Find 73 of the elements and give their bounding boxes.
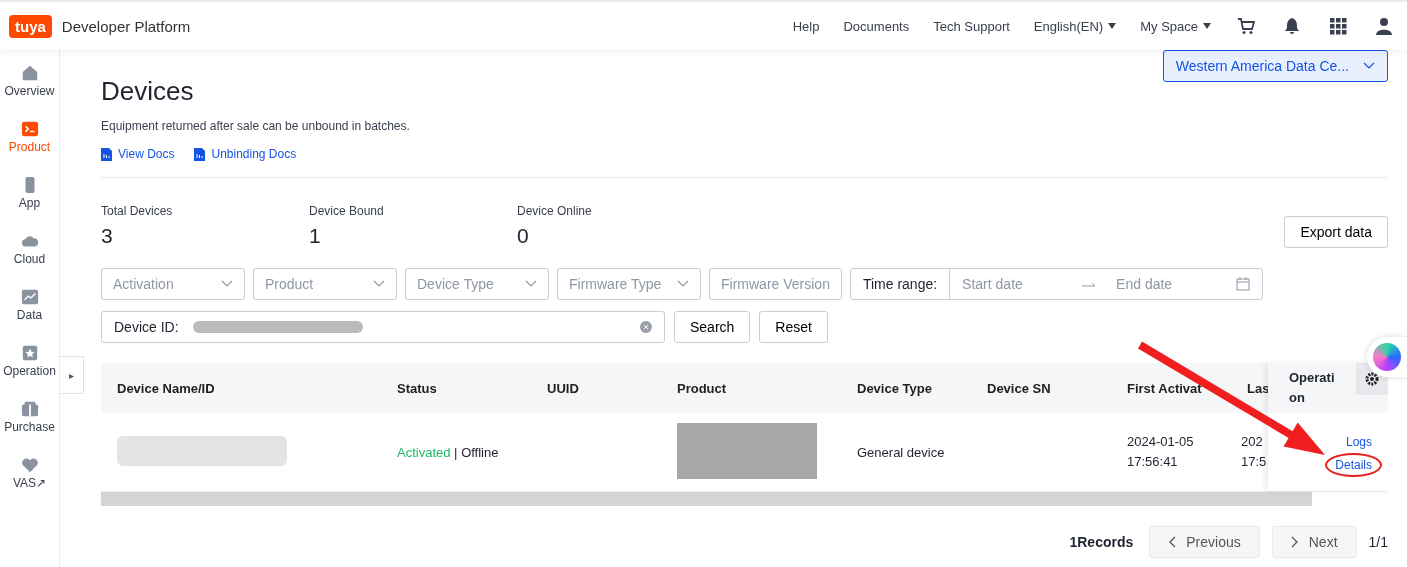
nav-link[interactable]: Tech Support xyxy=(921,18,1022,34)
action-link[interactable]: Logs xyxy=(1345,435,1372,449)
chevron-left-icon xyxy=(1168,536,1177,548)
next-button[interactable]: Next xyxy=(1271,526,1357,558)
chevron-down-icon xyxy=(1363,62,1375,70)
gear-icon xyxy=(1365,372,1379,386)
filter-action-button[interactable]: Reset xyxy=(759,311,828,343)
stat-label: Device Bound xyxy=(309,204,385,218)
filter-action-button[interactable]: Search xyxy=(674,311,751,343)
stat-label: Total Devices xyxy=(101,204,174,218)
chevron-down-icon xyxy=(525,280,537,288)
doc-link[interactable]: Unbinding Docs xyxy=(194,147,297,161)
chart-icon xyxy=(20,288,39,306)
column-header: Device Type xyxy=(856,380,933,396)
platform-title: Developer Platform xyxy=(61,17,191,35)
document-icon xyxy=(101,147,112,161)
calendar-icon xyxy=(1236,277,1251,291)
device-id-field[interactable]: Device ID: xyxy=(101,311,665,343)
horizontal-scrollbar[interactable] xyxy=(101,492,1312,506)
nav-link[interactable]: Documents xyxy=(831,18,922,34)
box-icon xyxy=(20,400,39,418)
sidebar-item[interactable]: Overview xyxy=(0,64,60,120)
sidebar-item[interactable]: VAS↗ xyxy=(0,456,60,512)
column-header: Product xyxy=(676,380,728,396)
column-header: Device SN xyxy=(986,380,1052,396)
nav-link[interactable]: My Space xyxy=(1128,18,1223,34)
badge-icon xyxy=(20,344,39,362)
column-header: UUID xyxy=(546,380,580,396)
export-button[interactable]: Export data xyxy=(1284,216,1388,248)
assistant-button[interactable] xyxy=(1367,337,1407,377)
stat-value: 1 xyxy=(309,224,322,248)
doc-link[interactable]: View Docs xyxy=(101,147,175,161)
cart-icon[interactable] xyxy=(1237,17,1255,35)
sidebar-toggle[interactable]: ▸ xyxy=(60,356,84,394)
chevron-down-icon xyxy=(373,280,385,288)
page-title: Devices xyxy=(101,76,195,107)
clear-icon[interactable] xyxy=(640,321,652,333)
sidebar-item[interactable]: Data xyxy=(0,288,60,344)
heart-icon xyxy=(20,456,39,474)
home-icon xyxy=(20,64,39,82)
nav-link[interactable]: English(EN) xyxy=(1021,18,1129,34)
page-indicator: 1/1 xyxy=(1368,534,1388,550)
column-header: Device Name/ID xyxy=(116,380,216,396)
document-icon xyxy=(194,147,206,161)
table-cell-text: General device xyxy=(856,444,946,460)
column-header: Status xyxy=(396,380,438,396)
stat-label: Device Online xyxy=(517,204,593,218)
sidebar-item[interactable]: Purchase xyxy=(0,400,60,456)
table-cell-text: 2024-01-05 17:56:41 xyxy=(1126,433,1195,471)
column-header: Operati on xyxy=(1289,369,1335,407)
user-icon[interactable] xyxy=(1375,17,1393,35)
previous-button[interactable]: Previous xyxy=(1149,526,1260,558)
sidebar-item[interactable]: Cloud xyxy=(0,232,60,288)
column-header: Las xyxy=(1246,380,1268,396)
chevron-down-icon xyxy=(221,280,233,288)
record-count: 1Records xyxy=(1069,534,1134,550)
sidebar-item[interactable]: Operation xyxy=(0,344,60,400)
sidebar-item[interactable]: App xyxy=(0,176,60,232)
terminal-icon xyxy=(20,120,39,138)
page-description: Equipment returned after sale can be unbound in batches. xyxy=(101,119,410,133)
stat-value: 3 xyxy=(101,224,114,248)
date-range-field[interactable]: Time range: Start date End date xyxy=(849,268,1264,300)
status-text: Activated | Offline xyxy=(396,444,500,460)
table-cell-text: 202 17:5 xyxy=(1240,433,1268,471)
stat-value: 0 xyxy=(517,224,530,248)
action-link[interactable]: Details xyxy=(1325,453,1382,477)
column-header: First Activat xyxy=(1126,380,1203,396)
region-dropdown[interactable]: Western America Data Ce... xyxy=(1162,50,1388,82)
nav-link[interactable]: Help xyxy=(780,18,832,34)
chevron-down-icon xyxy=(677,280,689,288)
chevron-right-icon xyxy=(1290,536,1299,548)
bell-icon[interactable] xyxy=(1283,17,1301,35)
apps-grid-icon[interactable] xyxy=(1329,17,1347,35)
